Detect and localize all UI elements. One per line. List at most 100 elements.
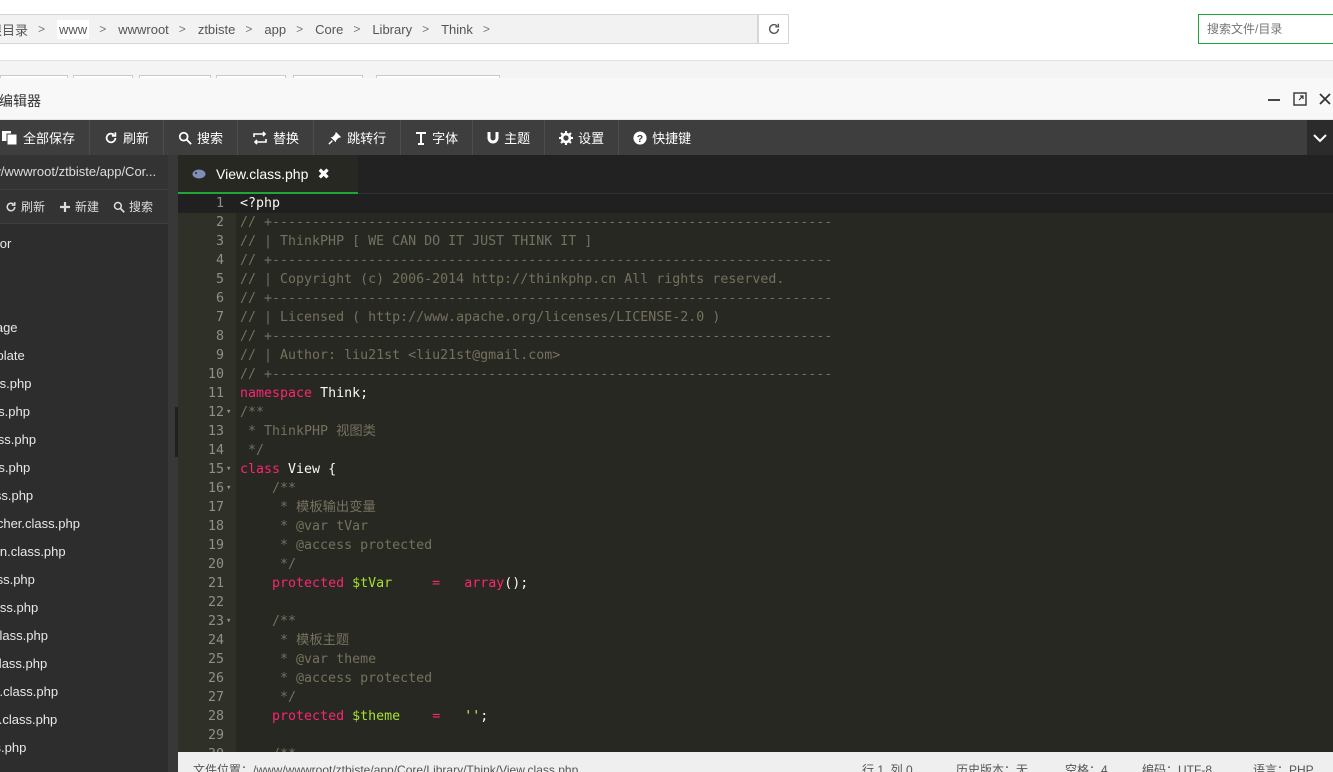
fold-toggle-icon[interactable]: ▾ [226,479,236,498]
code-line[interactable]: 9 // | Author: liu21st <liu21st@gmail.com… [178,346,1333,365]
line-number: 18 [207,519,224,534]
file-tree-item[interactable]: Template [0,346,25,366]
file-tree-item[interactable]: Exception.class.php [0,542,66,562]
code-token: class [240,462,281,477]
theme-button[interactable]: 主题 [473,120,546,155]
file-tree-item[interactable]: Hook.class.php [0,570,35,590]
file-tree-item[interactable]: Dispatcher.class.php [0,514,80,534]
sidebar-actions: 刷新 新建 搜索 [0,189,168,224]
code-line[interactable]: 24 * 模板主题 [178,631,1333,650]
file-tree-item[interactable]: Think.class.php [0,738,26,758]
file-tree-item[interactable]: Controller.class.php [0,458,30,478]
close-window-button[interactable] [1316,90,1333,108]
code-line[interactable]: 26 * @access protected [178,669,1333,688]
file-tree-item[interactable]: Db.class.php [0,486,33,506]
code-line[interactable]: 3 // | ThinkPHP [ WE CAN DO IT JUST THINK… [178,232,1333,251]
file-tree-item[interactable]: Behavior [0,234,11,254]
code-line[interactable]: 29 [178,726,1333,745]
breadcrumb-item-ztbiste[interactable]: ztbiste > [196,15,263,43]
breadcrumb-item-library[interactable]: Library > [370,15,439,43]
code-line[interactable]: 5 // | Copyright (c) 2006-2014 http://thi… [178,270,1333,289]
file-tree-item[interactable]: Model.class.php [0,626,48,646]
save-all-button[interactable]: 全部保存 [0,120,91,155]
font-button[interactable]: 字体 [401,120,474,155]
sidebar-splitter[interactable] [168,155,178,772]
goto-line-button[interactable]: 跳转行 [314,120,402,155]
toolbar-collapse-button[interactable] [1307,120,1333,155]
code-line[interactable]: 10 // +----------------------------------… [178,365,1333,384]
maximize-button[interactable] [1291,90,1309,108]
minimize-button[interactable] [1265,90,1283,108]
code-editor[interactable]: 1 <?php 2 // +-----------------------------… [178,194,1333,752]
status-history[interactable]: 历史版本：无 [956,761,1028,772]
code-line[interactable]: 8 // +-----------------------------------… [178,327,1333,346]
breadcrumb-item-app[interactable]: app > [262,15,313,43]
code-line[interactable]: 22 [178,593,1333,612]
code-line[interactable]: 2 // +-----------------------------------… [178,213,1333,232]
code-line[interactable]: 14 */ [178,441,1333,460]
breadcrumb-item-root[interactable]: 根目录 > [0,15,55,43]
code-line[interactable]: 13 * ThinkPHP 视图类 [178,422,1333,441]
code-line[interactable]: 4 // +-----------------------------------… [178,251,1333,270]
code-line[interactable]: 25 * @var theme [178,650,1333,669]
file-tree-item[interactable]: Log.class.php [0,598,38,618]
code-line[interactable]: 20 */ [178,555,1333,574]
file-tree-item[interactable]: Route.class.php [0,654,47,674]
code-line[interactable]: 11 namespace Think; [178,384,1333,403]
tab-view-class-php[interactable]: View.class.php ✖ [178,155,358,194]
code-line[interactable]: 16 ▾ /** [178,479,1333,498]
search-button[interactable]: 搜索 [164,120,239,155]
fold-toggle-icon[interactable]: ▾ [226,460,236,479]
fold-toggle-icon[interactable]: ▾ [226,403,236,422]
code-line[interactable]: 18 * @var tVar [178,517,1333,536]
breadcrumb-item-core[interactable]: Core > [313,15,370,43]
code-text: /** [240,479,296,498]
file-tree-item[interactable]: Template.class.php [0,710,57,730]
path-refresh-button[interactable] [758,14,789,44]
code-line[interactable]: 23 ▾ /** [178,612,1333,631]
code-line[interactable]: 21 protected $tVar = array(); [178,574,1333,593]
status-language[interactable]: 语言：PHP [1253,761,1314,772]
code-line[interactable]: 17 * 模板输出变量 [178,498,1333,517]
status-indent[interactable]: 空格：4 [1065,761,1108,772]
replace-label: 替换 [273,131,300,146]
code-token: '' [464,709,481,724]
sidebar-search-button[interactable]: 搜索 [108,198,153,215]
sidebar-new-button[interactable]: 新建 [54,198,99,215]
status-cursor-position[interactable]: 行 1, 列 0 [862,761,913,772]
tab-close-icon[interactable]: ✖ [317,165,330,183]
shortcuts-button[interactable]: ? 快捷键 [619,120,705,155]
code-text: * @var tVar [240,517,368,536]
breadcrumb-item-think[interactable]: Think > [439,15,500,43]
code-token: /** [240,481,297,496]
file-tree-item[interactable]: Build.class.php [0,374,31,394]
file-tree-item[interactable]: Storage.class.php [0,682,58,702]
file-tree-item[interactable]: Model.class.php [0,402,30,422]
file-tree-sidebar: /www/wwwroot/ztbiste/app/Cor... 刷新 新建 搜索… [0,155,168,772]
sidebar-refresh-button[interactable]: 刷新 [0,198,45,215]
code-line[interactable]: 1 <?php [178,194,1333,213]
code-line[interactable]: 30 /** [178,745,1333,752]
breadcrumb-item-wwwroot[interactable]: wwwroot > [116,15,196,43]
status-encoding[interactable]: 编码：UTF-8 [1142,761,1212,772]
code-line[interactable]: 19 * @access protected [178,536,1333,555]
line-number: 26 [207,671,224,686]
code-line[interactable]: 6 // +-----------------------------------… [178,289,1333,308]
code-line[interactable]: 28 protected $theme = ''; [178,707,1333,726]
line-number: 14 [207,443,224,458]
fold-toggle-icon[interactable]: ▾ [226,612,236,631]
code-token: namespace [240,386,313,401]
code-line[interactable]: 7 // | Licensed ( http://www.apache.org/l… [178,308,1333,327]
breadcrumb-item-www[interactable]: www > [55,15,116,43]
file-search-input[interactable] [1198,14,1333,44]
file-tree-item[interactable]: Cache.class.php [0,430,36,450]
file-tree-item[interactable]: Storage [0,318,18,338]
code-line[interactable]: 15 ▾ class View { [178,460,1333,479]
refresh-button[interactable]: 刷新 [90,120,165,155]
code-line[interactable]: 27 */ [178,688,1333,707]
settings-button[interactable]: 设置 [545,120,620,155]
close-icon [1319,93,1331,105]
code-line[interactable]: 12 ▾ /** [178,403,1333,422]
replace-button[interactable]: 替换 [238,120,315,155]
